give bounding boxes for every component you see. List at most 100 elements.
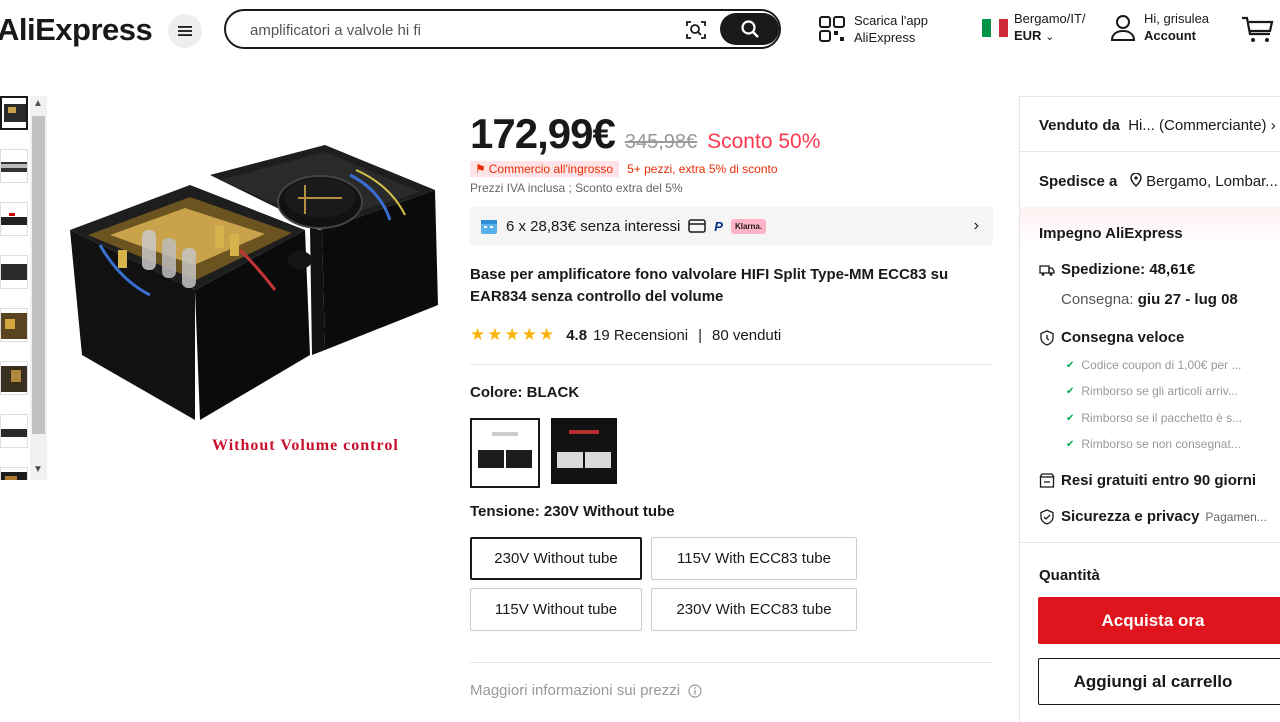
delivery-dates: giu 27 - lug 08	[1137, 291, 1238, 308]
scroll-down-arrow-icon[interactable]: ▼	[33, 464, 43, 475]
account-label: Account	[1144, 28, 1196, 43]
shipping-cost: Spedizione: 48,61€	[1061, 261, 1196, 278]
thumbnail-1[interactable]	[0, 96, 28, 130]
discount-label: Sconto 50%	[707, 130, 821, 153]
app-text-line1: Scarica l'app	[854, 13, 929, 28]
credit-card-icon	[688, 219, 707, 233]
installment-bar[interactable]: 6 x 28,83€ senza interessi P Klarna. ›	[470, 207, 993, 245]
divider	[1020, 542, 1280, 543]
region-currency: EUR	[1014, 28, 1042, 43]
ships-to-row[interactable]: Spedisce a Bergamo, Lombar...	[1039, 172, 1278, 190]
seller-name[interactable]: Hi... (Commerciante)	[1128, 117, 1266, 134]
check-icon: ✔	[1066, 412, 1075, 424]
original-price: 345,98€	[624, 131, 698, 153]
thumbnail-scrollbar[interactable]: ▲ ▼	[30, 96, 47, 480]
voltage-option-230v-with-ecc83[interactable]: 230V With ECC83 tube	[651, 588, 857, 631]
security-row[interactable]: Sicurezza e privacy Pagamen...	[1039, 508, 1267, 525]
info-icon	[688, 683, 702, 698]
wholesale-extra: 5+ pezzi, extra 5% di sconto	[627, 162, 778, 176]
scrollbar-thumb[interactable]	[32, 116, 45, 434]
menu-button[interactable]	[168, 14, 202, 48]
tag-icon: ⚑	[475, 162, 486, 176]
region-selector[interactable]: Bergamo/IT/ EUR ⌄	[982, 10, 1086, 46]
purchase-panel: Venduto da Hi... (Commerciante) › Spedis…	[1019, 96, 1280, 722]
buy-now-button[interactable]: Acquista ora	[1038, 597, 1280, 644]
check-item: ✔ Rimborso se gli articoli arriv...	[1066, 384, 1238, 398]
thumbnail-2[interactable]	[0, 149, 28, 183]
app-text-line2: AliExpress	[854, 30, 916, 45]
commitment-title: Impegno AliExpress	[1039, 225, 1183, 242]
reviews-count[interactable]: 19 Recensioni	[593, 327, 688, 344]
hamburger-icon	[178, 26, 192, 36]
wholesale-badge: ⚑ Commercio all'ingrosso	[470, 161, 620, 177]
separator: |	[698, 326, 703, 344]
security-label: Sicurezza e privacy	[1061, 508, 1200, 525]
shipping-row[interactable]: Spedizione: 48,61€	[1039, 261, 1195, 278]
divider	[470, 364, 993, 365]
voltage-option-230v-without-tube[interactable]: 230V Without tube	[470, 537, 642, 580]
check-text: Rimborso se non consegnat...	[1081, 437, 1241, 451]
return-box-icon	[1039, 473, 1055, 488]
user-icon	[1110, 15, 1136, 41]
quantity-label: Quantità	[1039, 567, 1100, 584]
sold-count: 80 venduti	[712, 326, 782, 344]
shield-check-icon	[1040, 508, 1054, 525]
add-to-cart-button[interactable]: Aggiungi al carrello	[1038, 658, 1280, 705]
thumbnail-4[interactable]	[0, 255, 28, 289]
fast-delivery-row[interactable]: Consegna veloce	[1039, 329, 1184, 346]
star-rating-icon: ★★★★★	[470, 325, 557, 344]
color-swatch-silver[interactable]	[551, 418, 617, 484]
wholesale-row: ⚑ Commercio all'ingrosso 5+ pezzi, extra…	[470, 161, 778, 177]
divider	[1020, 151, 1280, 152]
klarna-icon: Klarna.	[730, 218, 767, 234]
thumbnail-3[interactable]	[0, 202, 28, 236]
image-search-icon[interactable]	[684, 18, 708, 42]
aliexpress-logo[interactable]: AliExpress	[0, 12, 153, 48]
download-app-link[interactable]: Scarica l'app AliExpress	[818, 12, 928, 46]
search-button[interactable]	[720, 13, 779, 45]
ships-to-label: Spedisce a	[1039, 173, 1118, 190]
more-price-info-link[interactable]: Maggiori informazioni sui prezzi	[470, 682, 702, 699]
check-text: Rimborso se gli articoli arriv...	[1081, 384, 1238, 398]
sold-by-label: Venduto da	[1039, 117, 1120, 134]
account-menu[interactable]: Hi, grisulea Account	[1110, 10, 1209, 44]
sold-by-row[interactable]: Venduto da Hi... (Commerciante) ›	[1039, 117, 1276, 134]
shield-clock-icon	[1040, 329, 1054, 346]
cart-button[interactable]	[1240, 14, 1274, 49]
price-row: 172,99€ 345,98€ Sconto 50%	[470, 110, 820, 158]
free-returns-row[interactable]: Resi gratuiti entro 90 giorni	[1039, 472, 1256, 489]
voltage-option-115v-with-ecc83[interactable]: 115V With ECC83 tube	[651, 537, 857, 580]
qr-code-icon	[819, 16, 845, 42]
thumbnail-6[interactable]	[0, 361, 28, 395]
voltage-option-115v-without-tube[interactable]: 115V Without tube	[470, 588, 642, 631]
italy-flag-icon	[982, 19, 1009, 37]
thumbnail-strip	[0, 96, 28, 480]
header: AliExpress Scarica l'app AliExpress Berg…	[0, 0, 1280, 62]
check-icon: ✔	[1066, 385, 1075, 397]
current-price: 172,99€	[470, 110, 616, 157]
main-product-image[interactable]	[60, 130, 450, 470]
chevron-down-icon: ⌄	[1045, 31, 1055, 43]
thumbnail-gallery: ▲ ▼	[0, 96, 48, 480]
color-swatch-black[interactable]	[470, 418, 540, 488]
rating-row[interactable]: ★★★★★ 4.8 19 Recensioni | 80 venduti	[470, 325, 781, 345]
thumbnail-8[interactable]	[0, 467, 28, 480]
thumbnail-7[interactable]	[0, 414, 28, 448]
voltage-label: Tensione: 230V Without tube	[470, 503, 675, 520]
scroll-up-arrow-icon[interactable]: ▲	[33, 98, 43, 109]
check-text: Codice coupon di 1,00€ per ...	[1081, 358, 1242, 372]
check-icon: ✔	[1066, 359, 1075, 371]
security-sub: Pagamen...	[1205, 509, 1267, 524]
cart-icon	[1242, 16, 1274, 42]
search-input[interactable]	[250, 19, 670, 41]
rating-score: 4.8	[566, 326, 588, 344]
check-text: Rimborso se il pacchetto è s...	[1081, 411, 1243, 425]
check-icon: ✔	[1066, 438, 1075, 450]
region-location: Bergamo/IT/	[1014, 11, 1086, 26]
product-title: Base per amplificatore fono valvolare HI…	[470, 266, 949, 305]
check-item: ✔ Rimborso se non consegnat...	[1066, 437, 1241, 451]
check-item: ✔ Codice coupon di 1,00€ per ...	[1066, 358, 1242, 372]
ships-to-value[interactable]: Bergamo, Lombar...	[1146, 173, 1278, 190]
thumbnail-5[interactable]	[0, 308, 28, 342]
paypal-icon: P	[714, 218, 723, 234]
